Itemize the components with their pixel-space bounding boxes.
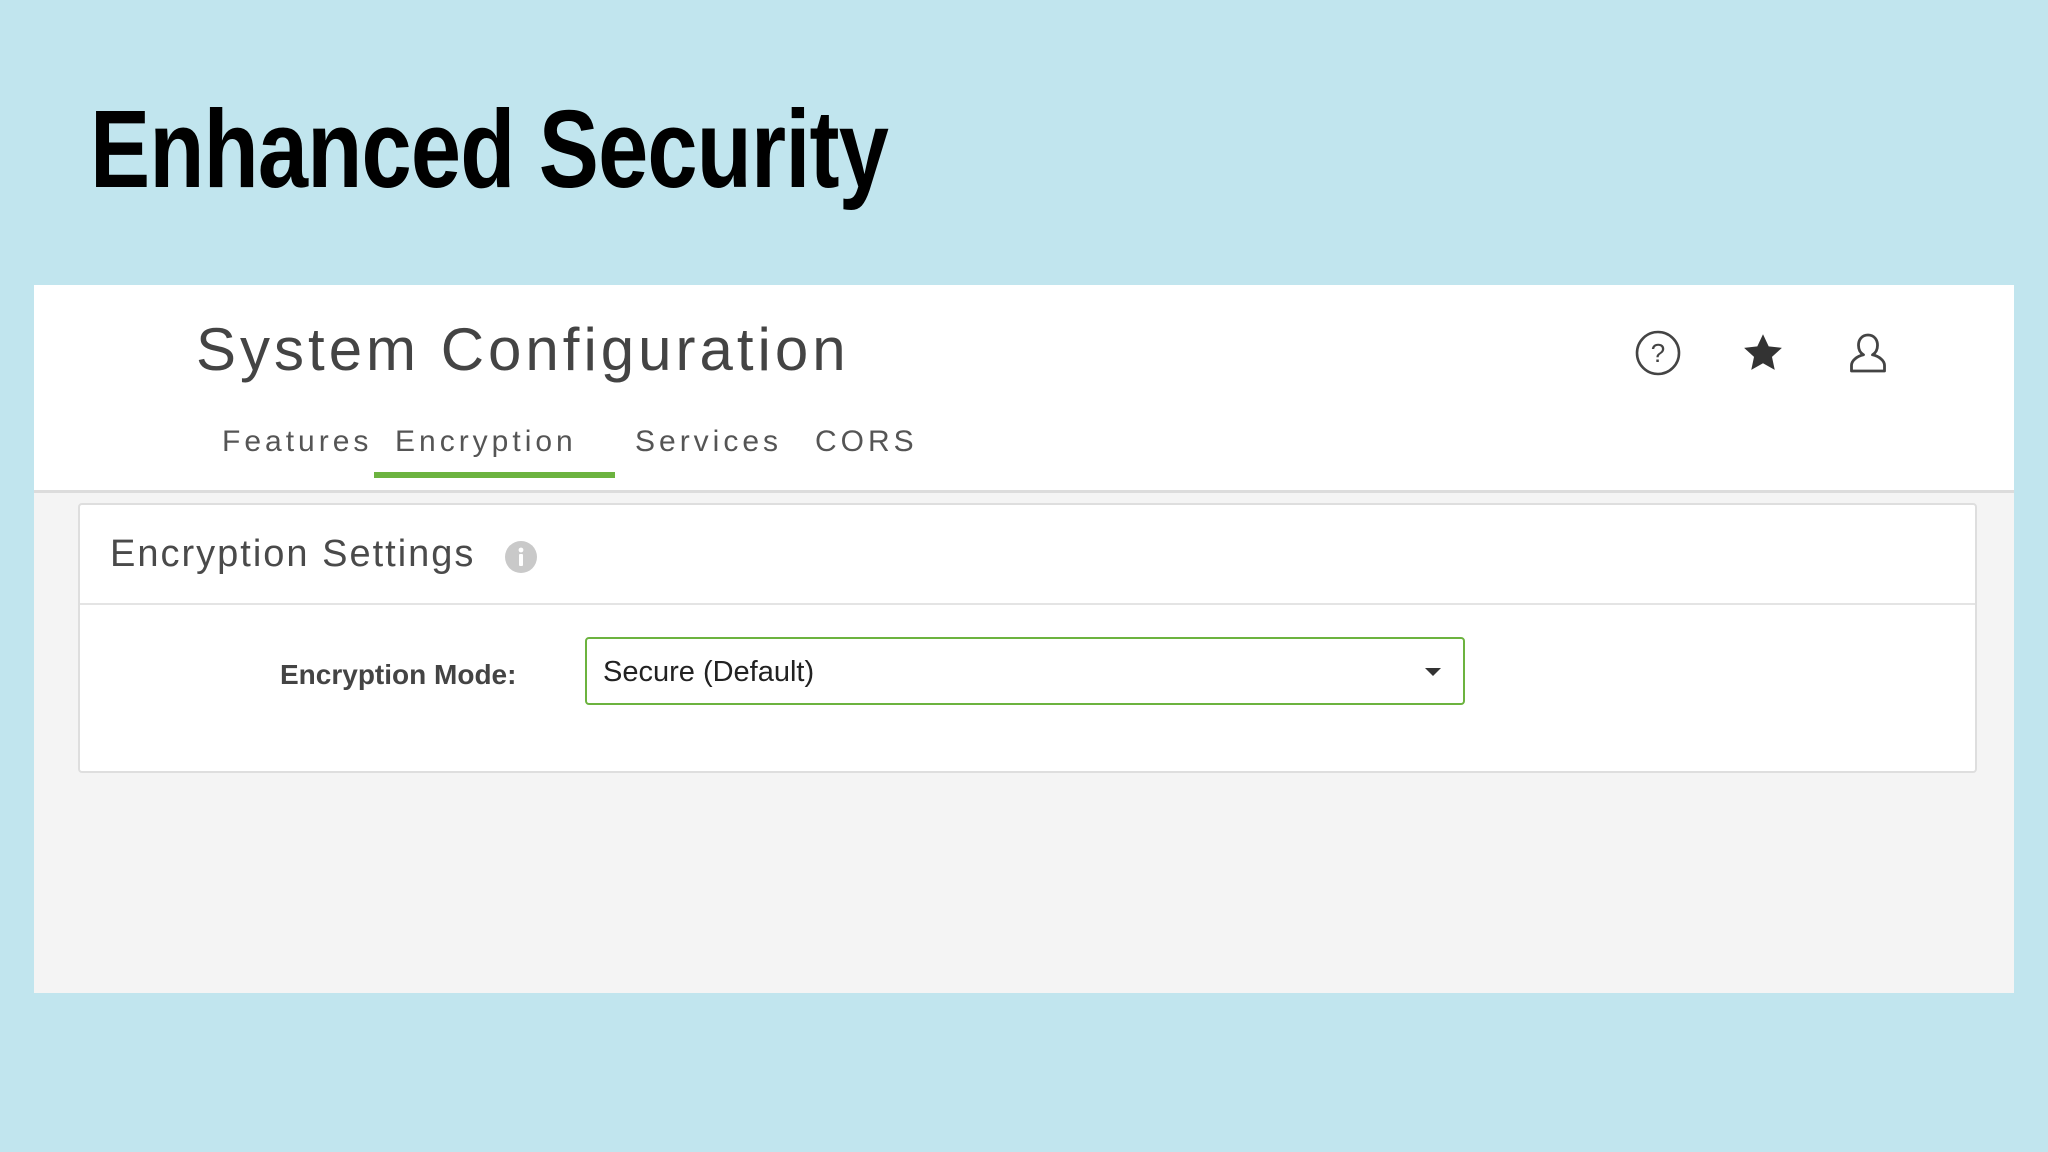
tab-cors[interactable]: CORS xyxy=(815,427,918,487)
encryption-mode-label: Encryption Mode: xyxy=(280,659,517,690)
encryption-mode-select[interactable]: Secure (Default) xyxy=(585,637,1465,705)
star-icon[interactable] xyxy=(1735,325,1791,381)
app-header: System Configuration ? Features Encrypti… xyxy=(34,285,2014,493)
user-icon[interactable] xyxy=(1840,325,1896,381)
app-window: System Configuration ? Features Encrypti… xyxy=(34,285,2014,993)
tab-services[interactable]: Services xyxy=(635,427,782,487)
tab-label: CORS xyxy=(815,425,918,458)
tab-label: Features xyxy=(222,425,373,458)
panel-header: Encryption Settings xyxy=(80,505,1975,605)
tab-label: Services xyxy=(635,425,783,458)
help-icon[interactable]: ? xyxy=(1630,325,1686,381)
tab-encryption[interactable]: Encryption xyxy=(374,425,615,487)
page-title: System Configuration xyxy=(196,316,850,383)
slide-title: Enhanced Security xyxy=(90,88,889,211)
tab-features[interactable]: Features xyxy=(222,427,372,487)
info-icon[interactable] xyxy=(504,540,538,574)
panel-title: Encryption Settings xyxy=(110,533,476,575)
encryption-settings-panel: Encryption Settings Encryption Mode: Sec… xyxy=(78,503,1977,773)
chevron-down-icon xyxy=(1425,668,1441,676)
svg-text:?: ? xyxy=(1651,338,1665,368)
active-tab-indicator xyxy=(374,472,615,478)
select-value: Secure (Default) xyxy=(603,656,815,688)
tab-label: Encryption xyxy=(395,425,577,458)
